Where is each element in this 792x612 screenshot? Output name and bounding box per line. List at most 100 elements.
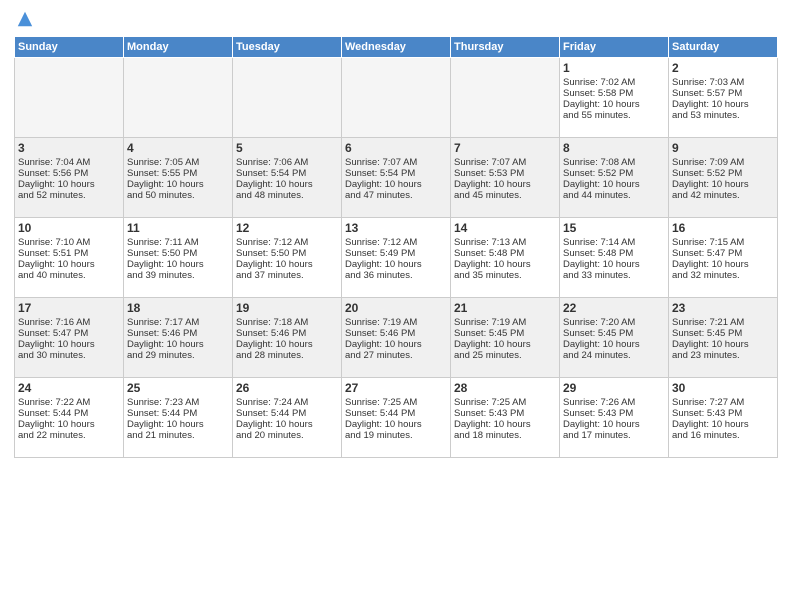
day-info: Daylight: 10 hours [18,419,120,430]
day-info: Sunrise: 7:25 AM [454,397,556,408]
day-info: Daylight: 10 hours [127,259,229,270]
day-number: 3 [18,141,120,155]
day-info: and 20 minutes. [236,430,338,441]
col-header-saturday: Saturday [669,37,778,58]
day-info: and 33 minutes. [563,270,665,281]
day-info: Sunset: 5:46 PM [236,328,338,339]
day-cell: 4Sunrise: 7:05 AMSunset: 5:55 PMDaylight… [124,138,233,218]
day-info: Sunrise: 7:08 AM [563,157,665,168]
day-info: Daylight: 10 hours [563,259,665,270]
day-info: Sunset: 5:51 PM [18,248,120,259]
day-cell: 18Sunrise: 7:17 AMSunset: 5:46 PMDayligh… [124,298,233,378]
day-cell: 8Sunrise: 7:08 AMSunset: 5:52 PMDaylight… [560,138,669,218]
day-number: 1 [563,61,665,75]
day-cell: 22Sunrise: 7:20 AMSunset: 5:45 PMDayligh… [560,298,669,378]
day-cell: 3Sunrise: 7:04 AMSunset: 5:56 PMDaylight… [15,138,124,218]
day-info: Daylight: 10 hours [345,179,447,190]
page-container: SundayMondayTuesdayWednesdayThursdayFrid… [0,0,792,468]
day-info: Sunrise: 7:07 AM [345,157,447,168]
day-cell: 13Sunrise: 7:12 AMSunset: 5:49 PMDayligh… [342,218,451,298]
day-info: and 42 minutes. [672,190,774,201]
day-info: Sunset: 5:54 PM [345,168,447,179]
day-info: Daylight: 10 hours [454,339,556,350]
day-cell: 24Sunrise: 7:22 AMSunset: 5:44 PMDayligh… [15,378,124,458]
day-info: and 52 minutes. [18,190,120,201]
day-info: and 27 minutes. [345,350,447,361]
day-cell [124,58,233,138]
day-number: 21 [454,301,556,315]
logo-icon [16,10,34,28]
day-cell: 9Sunrise: 7:09 AMSunset: 5:52 PMDaylight… [669,138,778,218]
day-info: Daylight: 10 hours [672,259,774,270]
day-info: and 18 minutes. [454,430,556,441]
day-info: Sunset: 5:48 PM [454,248,556,259]
day-info: Sunset: 5:45 PM [563,328,665,339]
week-row-4: 17Sunrise: 7:16 AMSunset: 5:47 PMDayligh… [15,298,778,378]
day-info: Sunset: 5:44 PM [127,408,229,419]
day-info: Sunrise: 7:21 AM [672,317,774,328]
day-info: Sunset: 5:43 PM [672,408,774,419]
header [14,10,778,28]
day-info: Sunrise: 7:16 AM [18,317,120,328]
day-info: Daylight: 10 hours [672,99,774,110]
col-header-tuesday: Tuesday [233,37,342,58]
day-info: and 32 minutes. [672,270,774,281]
day-cell: 2Sunrise: 7:03 AMSunset: 5:57 PMDaylight… [669,58,778,138]
day-info: Daylight: 10 hours [345,339,447,350]
calendar-table: SundayMondayTuesdayWednesdayThursdayFrid… [14,36,778,458]
day-info: Sunrise: 7:13 AM [454,237,556,248]
day-cell: 7Sunrise: 7:07 AMSunset: 5:53 PMDaylight… [451,138,560,218]
day-info: Daylight: 10 hours [236,339,338,350]
day-info: Sunrise: 7:11 AM [127,237,229,248]
day-cell: 16Sunrise: 7:15 AMSunset: 5:47 PMDayligh… [669,218,778,298]
day-cell [342,58,451,138]
day-number: 4 [127,141,229,155]
day-info: and 35 minutes. [454,270,556,281]
week-row-1: 1Sunrise: 7:02 AMSunset: 5:58 PMDaylight… [15,58,778,138]
day-number: 29 [563,381,665,395]
day-info: Daylight: 10 hours [345,259,447,270]
day-info: Daylight: 10 hours [236,419,338,430]
day-cell: 1 Sunrise: 7:02 AMSunset: 5:58 PMDaylight… [560,58,669,138]
day-info: and 39 minutes. [127,270,229,281]
logo [14,10,34,28]
day-info: Daylight: 10 hours [563,99,665,110]
day-info: Sunset: 5:58 PM [563,88,665,99]
day-info: Daylight: 10 hours [672,419,774,430]
day-info: Sunset: 5:56 PM [18,168,120,179]
day-cell: 19Sunrise: 7:18 AMSunset: 5:46 PMDayligh… [233,298,342,378]
day-number: 15 [563,221,665,235]
day-info: Sunset: 5:45 PM [672,328,774,339]
day-info: Sunrise: 7:24 AM [236,397,338,408]
day-info: Sunrise: 7:14 AM [563,237,665,248]
day-cell: 26Sunrise: 7:24 AMSunset: 5:44 PMDayligh… [233,378,342,458]
day-number: 11 [127,221,229,235]
day-number: 6 [345,141,447,155]
day-cell: 23Sunrise: 7:21 AMSunset: 5:45 PMDayligh… [669,298,778,378]
day-number: 23 [672,301,774,315]
day-number: 17 [18,301,120,315]
day-info: Daylight: 10 hours [236,259,338,270]
day-number: 13 [345,221,447,235]
day-number: 19 [236,301,338,315]
day-number: 27 [345,381,447,395]
day-info: Sunrise: 7:20 AM [563,317,665,328]
day-info: Sunset: 5:46 PM [127,328,229,339]
day-cell: 20Sunrise: 7:19 AMSunset: 5:46 PMDayligh… [342,298,451,378]
day-number: 25 [127,381,229,395]
day-info: Sunset: 5:55 PM [127,168,229,179]
day-info: Daylight: 10 hours [345,419,447,430]
day-info: Sunrise: 7:02 AM [563,77,665,88]
day-info: Sunrise: 7:22 AM [18,397,120,408]
day-number: 10 [18,221,120,235]
day-info: Daylight: 10 hours [563,419,665,430]
day-cell [451,58,560,138]
day-info: Daylight: 10 hours [18,259,120,270]
day-info: Sunrise: 7:03 AM [672,77,774,88]
day-info: and 30 minutes. [18,350,120,361]
day-cell: 30Sunrise: 7:27 AMSunset: 5:43 PMDayligh… [669,378,778,458]
day-info: Sunrise: 7:19 AM [454,317,556,328]
day-cell: 21Sunrise: 7:19 AMSunset: 5:45 PMDayligh… [451,298,560,378]
day-number: 2 [672,61,774,75]
day-number: 12 [236,221,338,235]
